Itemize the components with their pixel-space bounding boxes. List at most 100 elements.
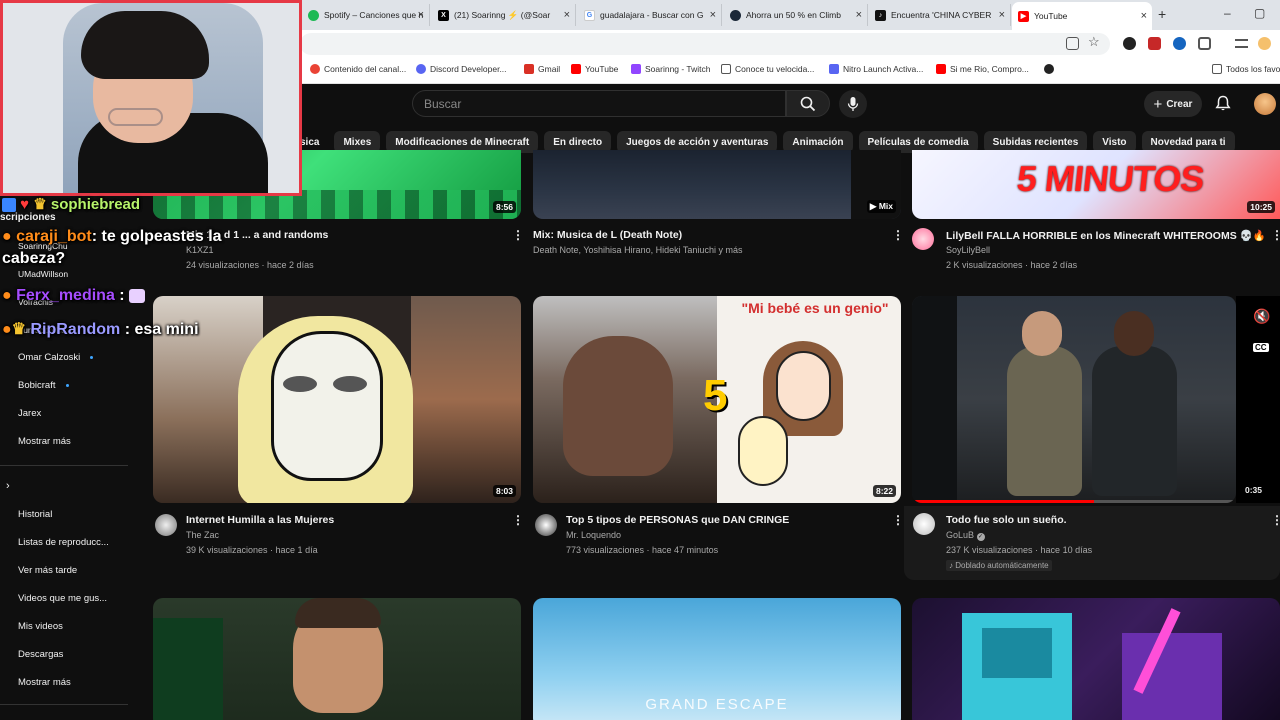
- close-icon[interactable]: ×: [999, 9, 1005, 21]
- channel-avatar[interactable]: [535, 514, 557, 536]
- bookmark-item[interactable]: Si me Rio, Compro...: [936, 64, 1029, 74]
- sidebar-channel-label: Jarex: [18, 408, 42, 419]
- sidebar-show-more[interactable]: Mostrar más: [18, 677, 71, 688]
- create-button[interactable]: + Crear: [1144, 91, 1202, 117]
- install-app-icon[interactable]: [1066, 37, 1079, 50]
- search-button[interactable]: [786, 90, 830, 117]
- bookmark-item[interactable]: [1044, 64, 1058, 74]
- video-channel[interactable]: The Zac: [186, 530, 219, 540]
- sidebar-item-liked[interactable]: Videos que me gus...: [18, 593, 107, 604]
- chat-message: ●♛ RipRandom : esa mini: [2, 319, 199, 339]
- thumbnail-art: [295, 598, 381, 628]
- youtube-icon: [936, 64, 946, 74]
- browser-tab-tiktok[interactable]: ♪ Encuentra 'CHINA CYBER ×: [869, 4, 1011, 26]
- bookmark-item[interactable]: Contenido del canal...: [310, 64, 406, 74]
- x-icon: X: [438, 9, 449, 21]
- video-thumbnail[interactable]: 5 MINUTOS 10:25: [912, 150, 1280, 219]
- video-thumbnail[interactable]: [912, 296, 1236, 503]
- video-channel[interactable]: SoyLilyBell: [946, 245, 990, 255]
- extension-icon[interactable]: [1148, 37, 1161, 50]
- channel-avatar[interactable]: [913, 513, 935, 535]
- video-thumbnail[interactable]: "Mi bebé es un genio" 5 8:22: [533, 296, 901, 503]
- video-title[interactable]: LilyBell FALLA HORRIBLE en los Minecraft…: [946, 229, 1266, 242]
- video-thumbnail[interactable]: [153, 598, 521, 720]
- emote-icon: [129, 288, 146, 303]
- search-input[interactable]: Buscar: [412, 90, 786, 117]
- video-title[interactable]: Internet Humilla a las Mujeres: [186, 514, 334, 526]
- video-channel[interactable]: Mr. Loquendo: [566, 530, 621, 540]
- sidebar-item-my-videos[interactable]: Mis videos: [18, 621, 63, 632]
- video-thumbnail[interactable]: ▶ Mix: [533, 150, 901, 219]
- bookmark-item[interactable]: Soarinng - Twitch: [631, 64, 711, 74]
- sidebar-channel-bobicraft[interactable]: Bobicraft: [18, 380, 69, 391]
- close-icon[interactable]: ×: [710, 9, 716, 21]
- video-title[interactable]: Top 5 tipos de PERSONAS que DAN CRINGE: [566, 514, 789, 526]
- url-input[interactable]: [300, 33, 1110, 55]
- browser-tab-steam[interactable]: Ahorra un 50 % en Climb ×: [724, 4, 868, 26]
- sidebar-show-more[interactable]: Mostrar más: [18, 436, 71, 447]
- browser-tab-x[interactable]: X (21) Soarinng ⚡ (@Soar ×: [432, 4, 576, 26]
- sidebar-channel-omar[interactable]: Omar Calzoski: [18, 352, 94, 363]
- bookmark-item[interactable]: Conoce tu velocida...: [721, 64, 814, 74]
- minimize-button[interactable]: –: [1224, 6, 1231, 20]
- more-vert-icon[interactable]: ⋮: [512, 228, 524, 242]
- sidebar-item-playlists[interactable]: Listas de reproducc...: [18, 537, 109, 548]
- browser-tab-youtube[interactable]: ▶ YouTube ×: [1012, 2, 1152, 30]
- sidebar-channel-label: Omar Calzoski: [18, 352, 81, 363]
- more-vert-icon[interactable]: ⋮: [512, 513, 524, 527]
- sidebar-item-history[interactable]: Historial: [18, 509, 52, 520]
- video-channel[interactable]: Death Note, Yoshihisa Hirano, Hideki Tan…: [533, 245, 742, 255]
- browser-tab-spotify[interactable]: Spotify – Canciones que n ×: [302, 4, 430, 26]
- more-vert-icon[interactable]: ⋮: [1271, 513, 1280, 527]
- star-icon[interactable]: ☆: [1088, 34, 1100, 50]
- channel-avatar[interactable]: [155, 514, 177, 536]
- close-icon[interactable]: ×: [1141, 10, 1147, 22]
- chat-user: Ferx_medina: [16, 287, 115, 304]
- captions-icon[interactable]: CC: [1253, 343, 1269, 352]
- media-icon[interactable]: [1235, 39, 1248, 48]
- thumbnail-art: [1122, 633, 1222, 720]
- profile-icon[interactable]: [1258, 37, 1271, 50]
- sidebar-item-watch-later[interactable]: Ver más tarde: [18, 565, 77, 576]
- close-icon[interactable]: ×: [564, 9, 570, 21]
- bell-icon[interactable]: [1215, 95, 1231, 112]
- video-title[interactable]: Todo fue solo un sueño.: [946, 514, 1067, 526]
- new-tab-button[interactable]: +: [1158, 6, 1166, 22]
- more-vert-icon[interactable]: ⋮: [892, 513, 904, 527]
- bookmark-item[interactable]: Discord Developer...: [416, 64, 507, 74]
- extension-icon[interactable]: [1123, 37, 1136, 50]
- avatar[interactable]: [1254, 93, 1276, 115]
- maximize-button[interactable]: ▢: [1254, 6, 1265, 20]
- more-vert-icon[interactable]: ⋮: [1271, 228, 1280, 242]
- bookmark-item[interactable]: Nitro Launch Activa...: [829, 64, 923, 74]
- sidebar-channel[interactable]: UMadWillson: [18, 269, 68, 279]
- more-vert-icon[interactable]: ⋮: [892, 228, 904, 242]
- sidebar-item-downloads[interactable]: Descargas: [18, 649, 63, 660]
- bookmark-item[interactable]: Gmail: [524, 64, 560, 74]
- chat-text: :: [119, 287, 125, 304]
- channel-avatar[interactable]: [912, 228, 934, 250]
- video-thumbnail[interactable]: GRAND ESCAPE: [533, 598, 901, 720]
- video-duration: 10:25: [1247, 201, 1275, 213]
- extension-icon[interactable]: [1173, 37, 1186, 50]
- bookmark-item[interactable]: YouTube: [571, 64, 618, 74]
- puzzle-icon[interactable]: [1198, 37, 1211, 50]
- screen: Spotify – Canciones que n × X (21) Soarin…: [0, 0, 1280, 720]
- bookmark-label: Contenido del canal...: [324, 64, 407, 74]
- video-thumbnail[interactable]: [912, 598, 1280, 720]
- mute-icon[interactable]: 🔇: [1253, 308, 1270, 325]
- globe-icon: [1044, 64, 1054, 74]
- video-title[interactable]: Mix: Musica de L (Death Note): [533, 229, 682, 241]
- video-thumbnail[interactable]: 8:03: [153, 296, 521, 503]
- browser-tab-google[interactable]: G guadalajara - Buscar con G ×: [578, 4, 722, 26]
- all-bookmarks[interactable]: Todos los favo: [1212, 64, 1280, 74]
- close-icon[interactable]: ×: [856, 9, 862, 21]
- sidebar-subscriptions-header[interactable]: scripciones: [0, 212, 56, 223]
- close-icon[interactable]: ×: [418, 9, 424, 21]
- sidebar-channel-jarex[interactable]: Jarex: [18, 408, 41, 419]
- glasses: [108, 108, 163, 126]
- speed-icon: [721, 64, 731, 74]
- video-channel-row[interactable]: GoLuB ✓: [946, 530, 985, 541]
- voice-search-button[interactable]: [839, 90, 867, 118]
- chevron-right-icon[interactable]: ›: [6, 480, 10, 492]
